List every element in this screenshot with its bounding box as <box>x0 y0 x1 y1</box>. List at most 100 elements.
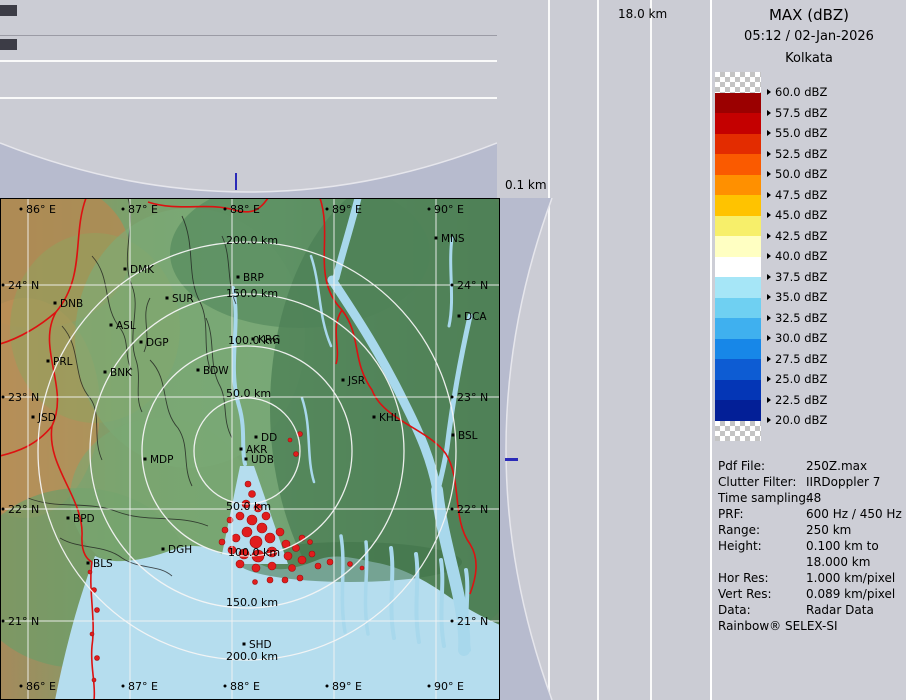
city-label: BNK <box>110 367 133 379</box>
city-marker <box>54 302 57 305</box>
gridline-dot <box>451 508 454 511</box>
info-label: PRF: <box>718 506 806 522</box>
radar-echo <box>284 552 292 560</box>
legend-cell <box>715 339 761 360</box>
info-value: 250 km <box>806 522 904 538</box>
radar-echo <box>309 551 315 557</box>
info-label: Time sampling: <box>718 490 806 506</box>
city-marker <box>124 268 127 271</box>
latitude-label-right: 22° N <box>457 503 488 516</box>
radar-echo <box>232 534 240 542</box>
legend-label: 55.0 dBZ <box>767 123 827 144</box>
legend-cell <box>715 236 761 257</box>
longitude-label-top: 89° E <box>332 203 362 216</box>
legend-label: 20.0 dBZ <box>767 410 827 431</box>
latitude-label-right: 21° N <box>457 615 488 628</box>
radar-echo <box>249 491 256 498</box>
gridline-dot <box>2 396 5 399</box>
side-profile-panel: 18.0 km 0.1 km <box>497 0 710 700</box>
legend-label: 40.0 dBZ <box>767 246 827 267</box>
city-marker <box>197 369 200 372</box>
dbz-color-bar <box>715 72 761 441</box>
info-row: 18.000 km <box>718 554 904 570</box>
range-ring-label: 50.0 km <box>226 387 271 400</box>
gridline-dot <box>451 396 454 399</box>
city-marker <box>452 434 455 437</box>
gridline-dot <box>20 208 23 211</box>
radar-echo <box>327 559 333 565</box>
info-row: PRF:600 Hz / 450 Hz <box>718 506 904 522</box>
info-row: Time sampling:48 <box>718 490 904 506</box>
radar-echo <box>282 577 288 583</box>
range-ring-label: 50.0 km <box>226 500 271 513</box>
city-label: JSR <box>347 375 365 387</box>
info-row: Hor Res:1.000 km/pixel <box>718 570 904 586</box>
city-label: BPD <box>73 513 95 525</box>
top-profile-panel <box>0 0 498 198</box>
city-marker <box>144 458 147 461</box>
city-label: BSL <box>458 430 478 442</box>
legend-cell <box>715 380 761 401</box>
legend-cell <box>715 195 761 216</box>
radar-echo <box>95 656 100 661</box>
radar-echo <box>268 562 276 570</box>
legend-cell <box>715 93 761 114</box>
city-marker <box>32 416 35 419</box>
city-label: JSD <box>37 412 56 424</box>
radar-echo <box>95 608 100 613</box>
city-label: DCA <box>464 311 487 323</box>
legend-cell <box>715 134 761 155</box>
legend-label: 22.5 dBZ <box>767 390 827 411</box>
city-marker <box>87 562 90 565</box>
side-range-cone <box>500 198 558 700</box>
city-label: BLS <box>93 558 113 570</box>
info-value: 0.089 km/pixel <box>806 586 904 602</box>
info-label: Data: <box>718 602 806 618</box>
info-row: Height:0.100 km to <box>718 538 904 554</box>
radar-echo <box>262 512 270 520</box>
city-marker <box>245 458 248 461</box>
longitude-label-top: 90° E <box>434 203 464 216</box>
latitude-label-left: 23° N <box>8 391 39 404</box>
longitude-label-top: 86° E <box>26 203 56 216</box>
radar-echo <box>265 533 275 543</box>
info-row: Vert Res:0.089 km/pixel <box>718 586 904 602</box>
radar-echo <box>219 539 225 545</box>
legend-label: 52.5 dBZ <box>767 144 827 165</box>
info-label: Rainbow® SELEX-SI <box>718 618 904 634</box>
info-label: Height: <box>718 538 806 554</box>
info-label: Vert Res: <box>718 586 806 602</box>
info-label: Range: <box>718 522 806 538</box>
city-marker <box>342 379 345 382</box>
city-marker <box>237 276 240 279</box>
legend-label: 32.5 dBZ <box>767 308 827 329</box>
profile-gridline <box>597 0 599 700</box>
city-label: SUR <box>172 293 194 305</box>
legend-label: 60.0 dBZ <box>767 82 827 103</box>
city-marker <box>166 297 169 300</box>
radar-echo <box>222 527 228 533</box>
radar-echo <box>252 564 260 572</box>
city-marker <box>140 341 143 344</box>
radar-echo <box>289 565 296 572</box>
azimuth-marker-tick <box>235 173 237 190</box>
gridline-dot <box>428 208 431 211</box>
radar-echo <box>88 570 92 574</box>
range-ring-label: 150.0 km <box>226 287 278 300</box>
longitude-label-bottom: 86° E <box>26 680 56 693</box>
station-name: Kolkata <box>712 51 906 66</box>
city-marker <box>255 436 258 439</box>
info-value: Radar Data <box>806 602 904 618</box>
city-label: KHL <box>379 412 400 424</box>
elevation-marker-tick <box>505 458 518 461</box>
legend-cell <box>715 359 761 380</box>
latitude-label-left: 24° N <box>8 279 39 292</box>
city-marker <box>435 237 438 240</box>
product-title: MAX (dBZ) <box>712 6 906 24</box>
city-label: SHD <box>249 639 272 651</box>
radar-echo <box>257 523 267 533</box>
radar-display-window: 18.0 km 0.1 km <box>0 0 906 700</box>
radar-echo <box>236 512 244 520</box>
radar-echo <box>92 678 96 682</box>
legend-label: 45.0 dBZ <box>767 205 827 226</box>
